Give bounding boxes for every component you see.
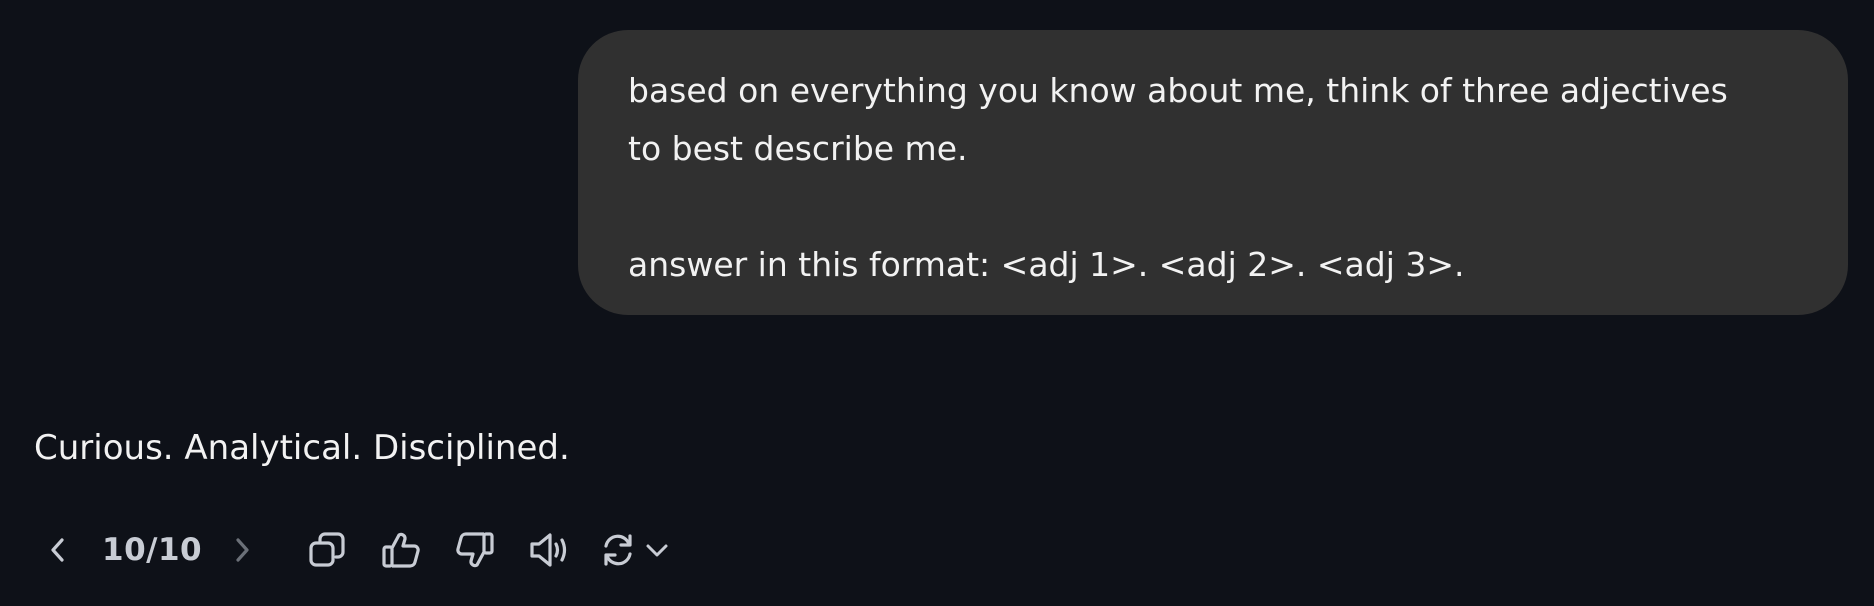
user-message-line (628, 178, 1798, 236)
response-counter: 10/10 (102, 532, 203, 568)
thumbs-up-icon (382, 532, 420, 568)
next-response-button[interactable] (224, 525, 260, 575)
speaker-icon (530, 533, 567, 567)
copy-button[interactable] (302, 525, 352, 575)
good-response-button[interactable] (376, 525, 426, 575)
read-aloud-button[interactable] (524, 525, 574, 575)
user-message-line: based on everything you know about me, t… (628, 71, 1728, 110)
copy-icon (309, 532, 345, 567)
user-message-bubble: based on everything you know about me, t… (578, 30, 1848, 315)
bad-response-button[interactable] (450, 525, 500, 575)
chevron-right-icon (236, 538, 249, 562)
previous-response-button[interactable] (40, 525, 76, 575)
refresh-icon (604, 534, 632, 566)
chevron-left-icon (51, 538, 64, 562)
chevron-down-icon (646, 544, 668, 557)
regenerate-button[interactable] (598, 525, 672, 575)
thumbs-down-icon (456, 532, 494, 568)
assistant-message: Curious. Analytical. Disciplined. (34, 428, 570, 468)
message-actions-toolbar: 10/10 (40, 525, 672, 575)
user-message-line: to best describe me. (628, 129, 968, 168)
user-message-line: answer in this format: <adj 1>. <adj 2>.… (628, 245, 1465, 284)
